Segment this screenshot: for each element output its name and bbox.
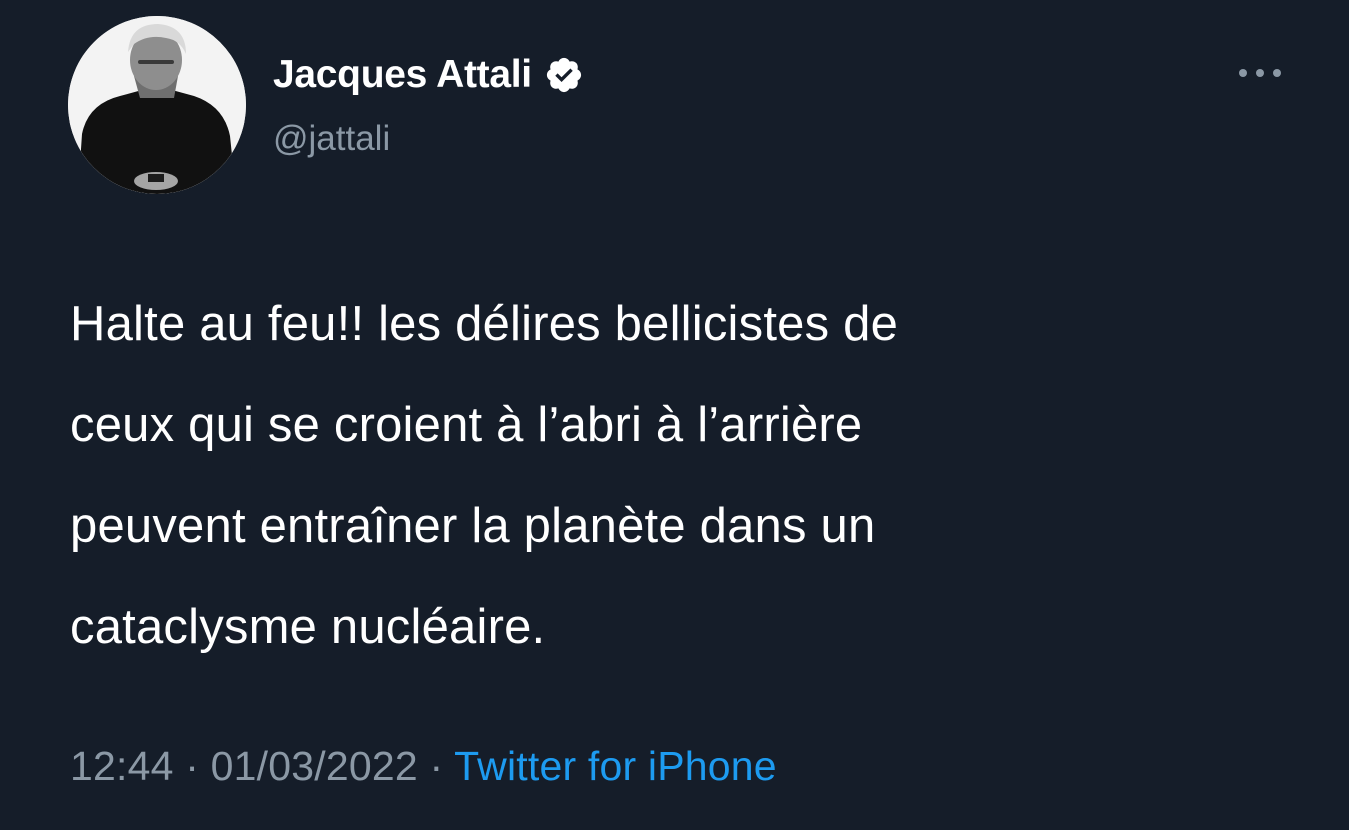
verified-badge-icon xyxy=(544,55,584,95)
author-display-name[interactable]: Jacques Attali xyxy=(273,52,532,98)
tweet-text: Halte au feu!! les délires bellicistes d… xyxy=(70,297,899,654)
author-name-row: Jacques Attali xyxy=(273,52,584,98)
tweet-date[interactable]: 01/03/2022 xyxy=(211,743,418,789)
avatar[interactable] xyxy=(68,16,246,194)
tweet-source-link[interactable]: Twitter for iPhone xyxy=(454,743,777,789)
meta-separator: · xyxy=(173,743,211,789)
tweet-time[interactable]: 12:44 xyxy=(70,743,174,789)
profile-photo-icon xyxy=(68,16,246,194)
meta-separator-2: · xyxy=(417,743,455,789)
tweet-meta: 12:44 · 01/03/2022 · Twitter for iPhone xyxy=(70,740,777,792)
tweet-card: Jacques Attali @jattali Halte au feu!! l… xyxy=(0,0,1349,830)
more-options-button[interactable] xyxy=(1232,58,1288,88)
more-options-icon xyxy=(1239,69,1281,77)
author-handle[interactable]: @jattali xyxy=(273,117,390,161)
